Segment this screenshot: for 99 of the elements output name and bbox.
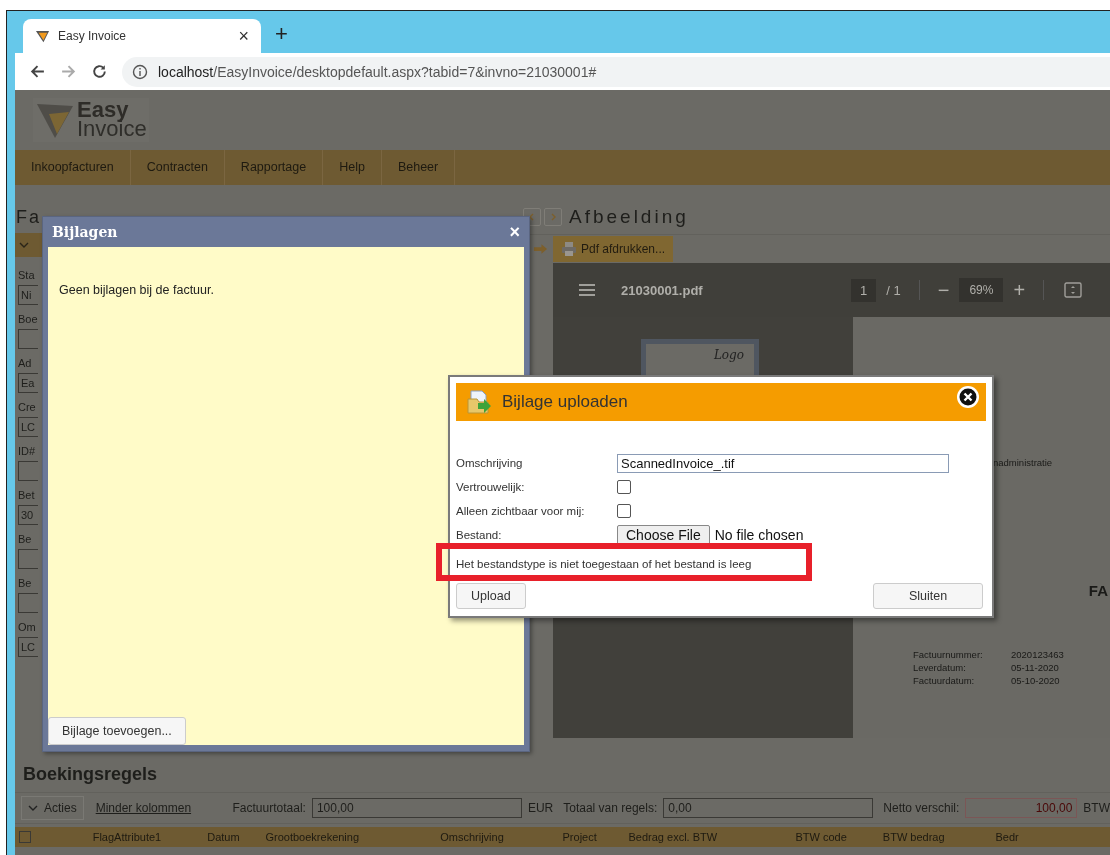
column-header[interactable]: Datum: [207, 831, 266, 843]
nav-menu-item[interactable]: Help: [323, 150, 382, 185]
close-icon[interactable]: [956, 385, 980, 409]
description-input[interactable]: ScannedInvoice_.tif: [617, 453, 949, 473]
column-header[interactable]: FlagAttribute1: [92, 831, 208, 843]
fit-page-icon[interactable]: [1064, 282, 1083, 298]
page-number-field[interactable]: 1: [851, 278, 877, 302]
column-header[interactable]: BTW bedrag: [882, 831, 996, 843]
currency-label: BTW: [1083, 801, 1110, 815]
field-label: Bet: [18, 489, 35, 502]
detail-label: Factuurdatum:: [913, 675, 976, 686]
field-label: ID#: [18, 445, 36, 458]
field-label: Cre: [18, 401, 36, 414]
total-field[interactable]: 100,00: [311, 798, 522, 818]
field-label: Sta: [18, 269, 35, 282]
detail-value: 2020123463: [1011, 649, 1065, 660]
menu-icon[interactable]: [579, 283, 595, 297]
column-header[interactable]: BTW code: [795, 831, 883, 843]
reload-icon[interactable]: [91, 63, 108, 80]
panel-title: Fa: [15, 207, 41, 229]
file-name: 21030001.pdf: [621, 282, 704, 298]
actions-button[interactable]: Acties: [21, 796, 84, 820]
add-attachment-button[interactable]: Bijlage toevoegen...: [48, 717, 186, 745]
file-status: No file chosen: [714, 527, 804, 543]
chevron-down-icon: [19, 240, 29, 250]
page-total: / 1: [886, 282, 901, 298]
forward-arrow-icon[interactable]: [60, 63, 77, 80]
detail-value: 05-10-2020: [1011, 675, 1061, 686]
app-logo-icon: [35, 28, 50, 44]
input-field[interactable]: 30: [18, 505, 38, 525]
total-label: Netto verschil:: [883, 801, 960, 815]
input-field[interactable]: [18, 593, 38, 613]
choose-file-button[interactable]: Choose File: [617, 525, 710, 545]
zoom-field[interactable]: 69%: [959, 278, 1004, 302]
document-text: nadministratie: [993, 457, 1054, 468]
printer-icon: [561, 241, 577, 257]
input-field[interactable]: [18, 329, 38, 349]
field-label: Omschrijving: [456, 457, 524, 469]
field-label: Om: [18, 621, 36, 634]
nav-menu-item[interactable]: Contracten: [130, 150, 225, 185]
nav-menu-item[interactable]: Beheer: [381, 150, 456, 185]
input-field[interactable]: [18, 461, 38, 481]
input-field[interactable]: Ea: [18, 373, 38, 393]
back-arrow-icon[interactable]: [29, 63, 46, 80]
dialog-title: Bijlagen: [52, 224, 118, 240]
column-header[interactable]: Bedrag excl. BTW: [628, 831, 796, 843]
browser-tab[interactable]: Easy Invoice ×: [23, 19, 261, 53]
panel-title: Afbeelding: [569, 206, 689, 228]
close-button[interactable]: Sluiten: [873, 583, 983, 609]
detail-label: Leverdatum:: [913, 662, 967, 673]
nav-menu-item[interactable]: Rapportage: [224, 150, 324, 185]
tab-close-button[interactable]: ×: [238, 25, 249, 47]
input-field[interactable]: [18, 549, 38, 569]
checkbox[interactable]: [617, 504, 631, 518]
zoom-in-button[interactable]: +: [1013, 278, 1026, 302]
error-message: Het bestandstype is niet toegestaan of het bestand is leeg: [456, 558, 752, 570]
total-field[interactable]: 0,00: [663, 798, 874, 818]
tab-title: Easy Invoice: [58, 29, 128, 43]
column-header[interactable]: Grootboekrekening: [265, 831, 441, 843]
select-all-checkbox[interactable]: [19, 831, 31, 843]
currency-label: EUR: [527, 801, 554, 815]
section-title: Boekingsregels: [22, 763, 159, 786]
column-header[interactable]: Project: [562, 831, 629, 843]
actions-button[interactable]: [15, 233, 42, 257]
zoom-out-button[interactable]: −: [937, 278, 950, 302]
input-field[interactable]: Ni: [18, 285, 38, 305]
document-heading: FA: [1088, 582, 1108, 599]
total-label: Totaal van regels:: [563, 801, 658, 815]
field-label: Vertrouwelijk:: [456, 481, 526, 493]
dialog-title: Bijlage uploaden: [502, 392, 629, 412]
expand-right-button[interactable]: [544, 208, 562, 226]
total-label: Factuurtotaal:: [232, 801, 306, 815]
field-label: Be: [18, 577, 32, 590]
column-header[interactable]: Omschrijving: [440, 831, 563, 843]
input-field[interactable]: LC: [18, 417, 38, 437]
checkbox[interactable]: [617, 480, 631, 494]
field-label: Alleen zichtbaar voor mij:: [456, 505, 586, 517]
field-label: Ad: [18, 357, 32, 370]
arrow-right-icon: [533, 243, 548, 255]
detail-value: 05-11-2020: [1011, 662, 1060, 673]
fewer-columns-link[interactable]: Minder kolommen: [95, 801, 192, 815]
total-field[interactable]: 100,00: [965, 798, 1078, 818]
nav-menu-item[interactable]: Inkoopfacturen: [15, 150, 131, 185]
field-label: Boe: [18, 313, 38, 326]
input-field[interactable]: LC: [18, 637, 38, 657]
info-icon: [132, 63, 148, 80]
detail-label: Factuurnummer:: [913, 649, 984, 660]
upload-button[interactable]: Upload: [456, 583, 526, 609]
close-button[interactable]: ×: [509, 221, 520, 243]
folder-upload-icon: [466, 389, 492, 415]
field-label: Bestand:: [456, 529, 503, 541]
new-tab-button[interactable]: +: [275, 21, 288, 47]
logo-text: Logo: [713, 348, 744, 364]
column-header[interactable]: Bedr: [995, 831, 1110, 843]
address-bar[interactable]: localhost/EasyInvoice/desktopdefault.aspx?tabid=7&invno=21030001#: [122, 56, 1110, 87]
print-pdf-button[interactable]: Pdf afdrukken...: [553, 236, 674, 262]
field-label: Be: [18, 533, 32, 546]
chevron-down-icon: [28, 803, 38, 813]
empty-message: Geen bijlagen bij de factuur.: [59, 283, 215, 297]
